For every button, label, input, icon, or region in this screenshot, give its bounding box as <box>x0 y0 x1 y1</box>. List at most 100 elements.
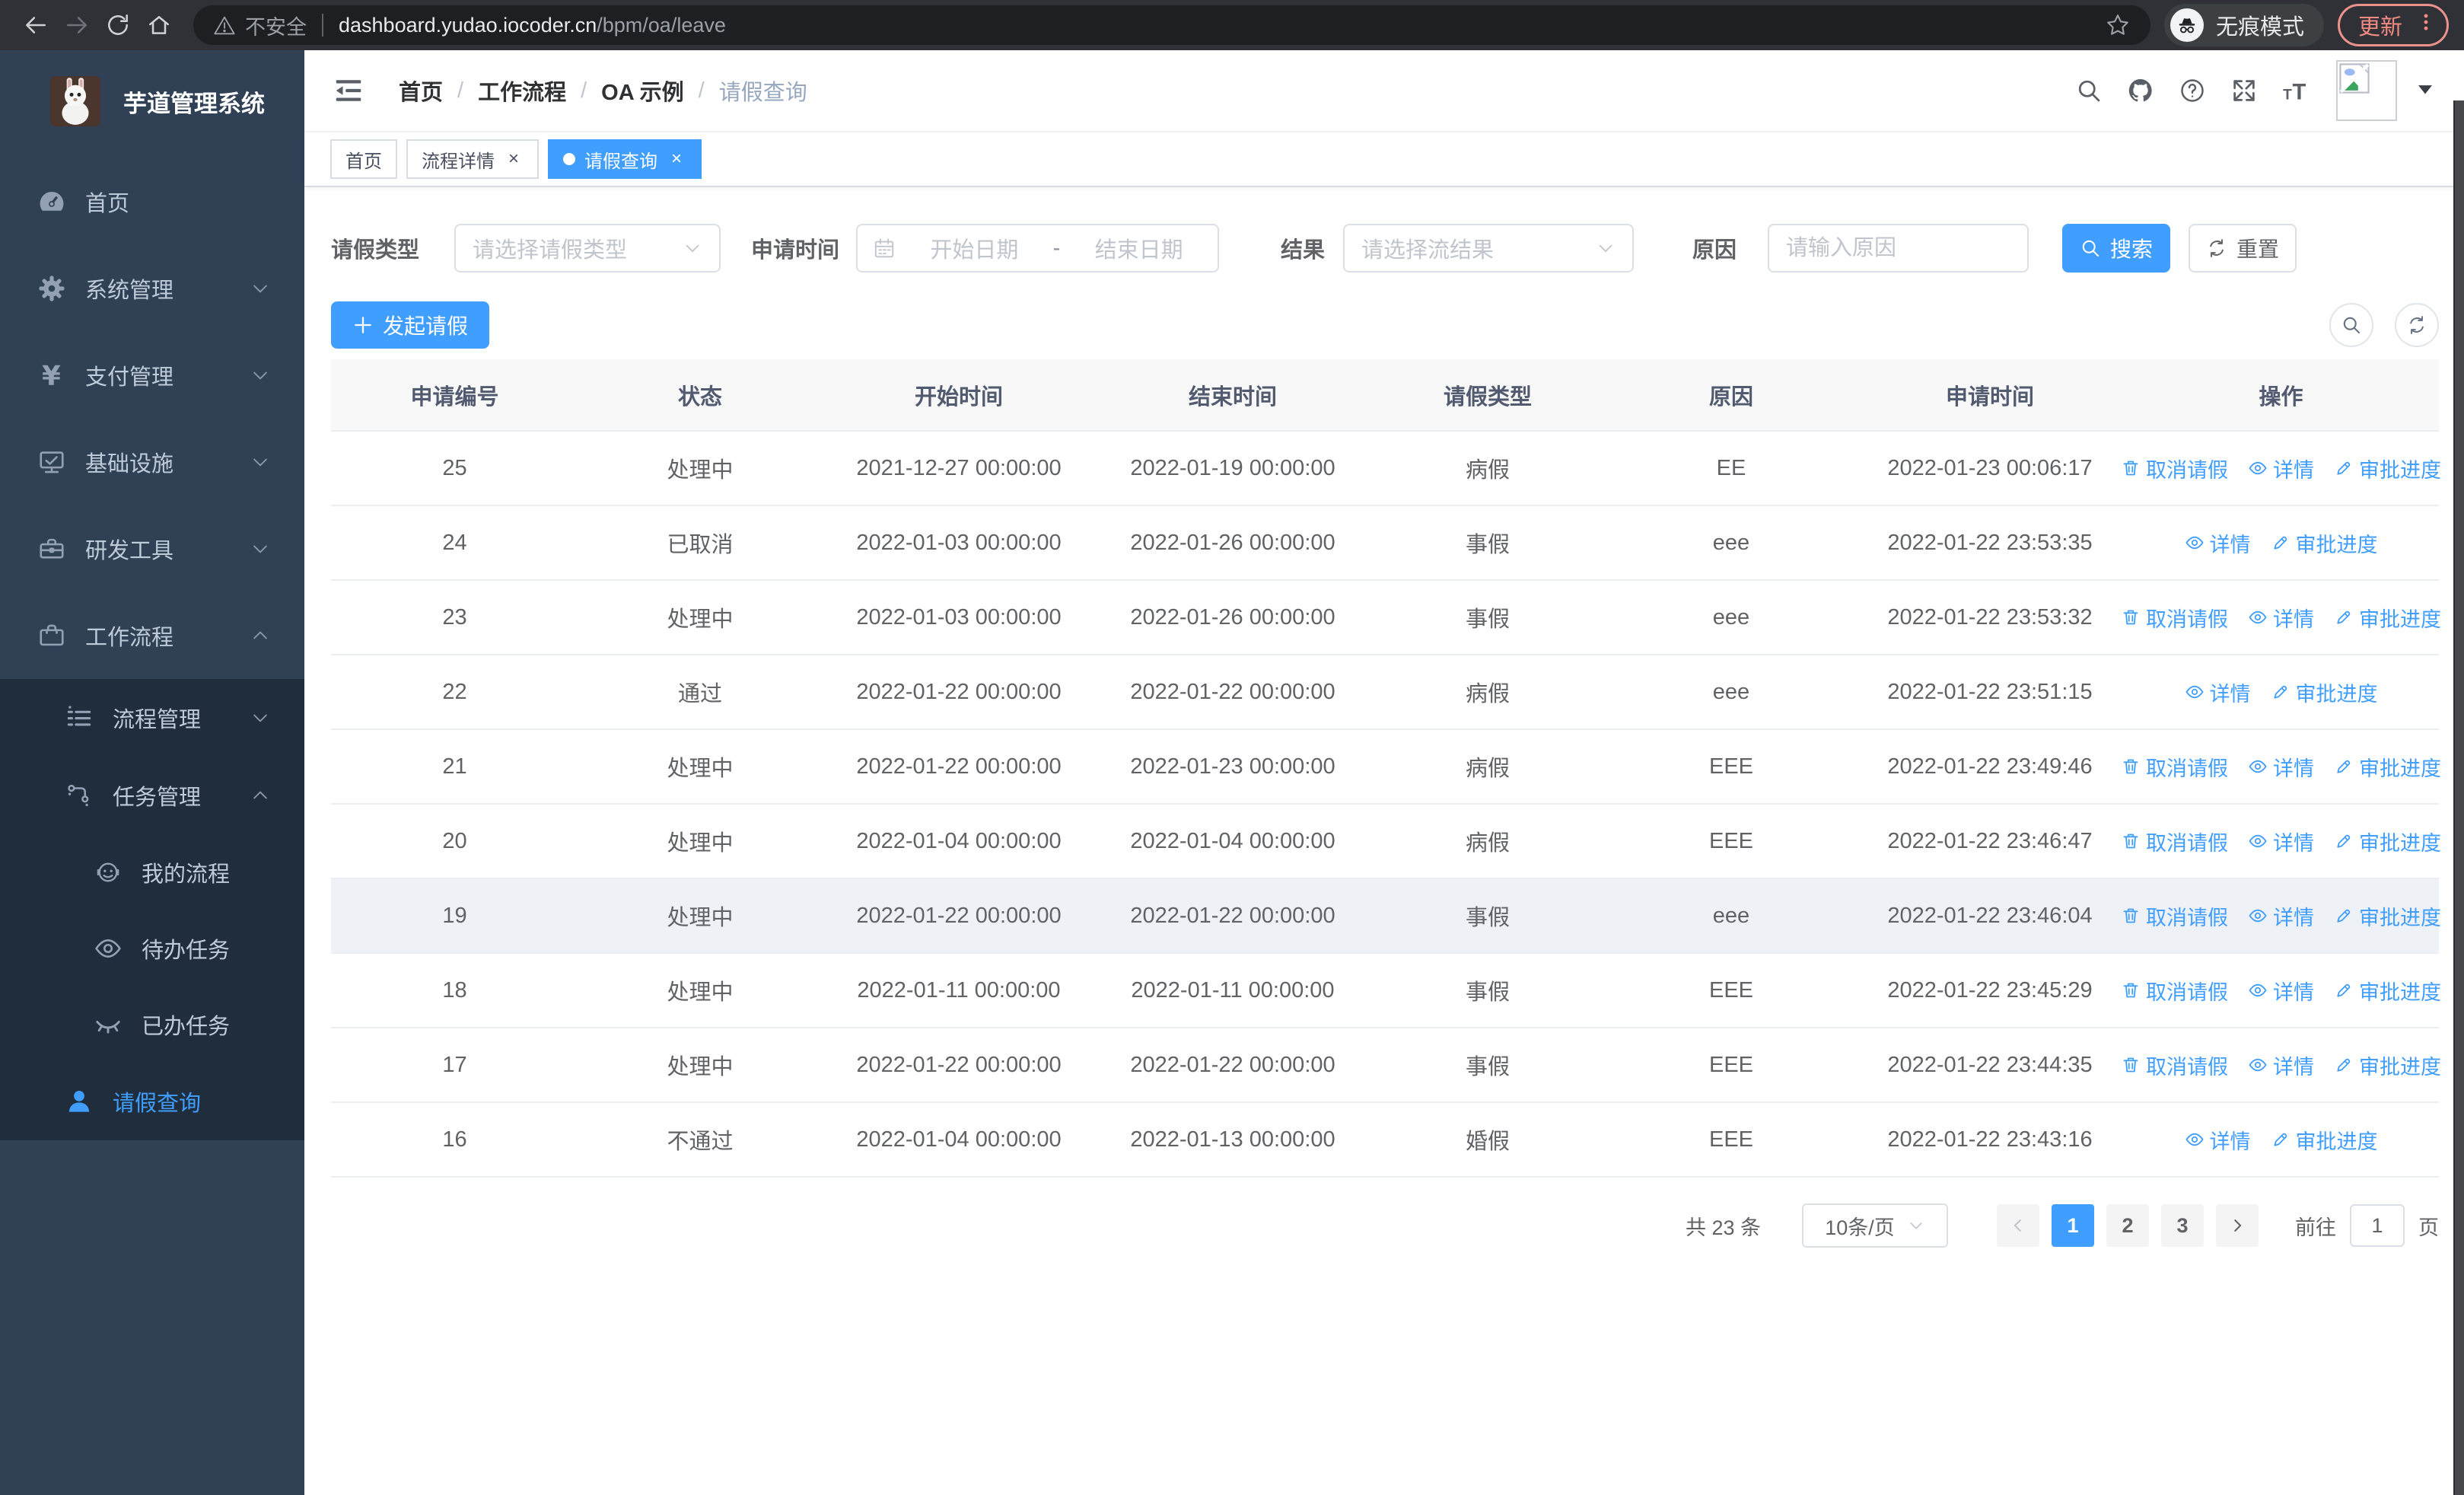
action-link-cancel[interactable]: 取消请假 <box>2121 752 2228 782</box>
tab-请假查询[interactable]: 请假查询 × <box>548 139 702 179</box>
leave-type-label: 请假类型 <box>331 238 420 263</box>
action-link-detail[interactable]: 详情 <box>2185 677 2251 707</box>
table-cell-end: 2022-01-22 00:00:00 <box>1130 903 1335 928</box>
show-search-button[interactable] <box>2329 303 2373 347</box>
action-label: 详情 <box>2273 831 2314 855</box>
action-link-progress[interactable]: 审批进度 <box>2334 1050 2441 1080</box>
sidebar-item-流程管理[interactable]: 流程管理 <box>0 679 304 757</box>
workflow-submenu: 流程管理 任务管理 我的流程 待办任务 已办任务 请假查询 <box>0 679 304 1140</box>
home-icon[interactable] <box>138 5 180 46</box>
scrollbar[interactable] <box>2453 100 2464 1495</box>
refresh-table-button[interactable] <box>2395 303 2439 347</box>
sidebar-menu: 首页系统管理 ¥ 支付管理 基础设施 研发工具 工作流程 流程管理 任务管理 我的流程 待办任务已… <box>0 158 304 1140</box>
sidebar-item-研发工具[interactable]: 研发工具 <box>0 505 304 592</box>
action-link-progress[interactable]: 审批进度 <box>2334 976 2441 1006</box>
end-date-placeholder: 结束日期 <box>1094 238 1183 263</box>
sidebar-item-基础设施[interactable]: 基础设施 <box>0 419 304 505</box>
sidebar-item-系统管理[interactable]: 系统管理 <box>0 245 304 332</box>
table-cell-start: 2022-01-22 00:00:00 <box>856 679 1062 704</box>
reason-input[interactable] <box>1768 224 2029 273</box>
action-link-detail[interactable]: 详情 <box>2248 603 2314 633</box>
chevron-down-icon <box>1596 238 1616 258</box>
github-icon[interactable] <box>2119 71 2163 110</box>
sidebar-item-我的流程[interactable]: 我的流程 <box>0 834 304 910</box>
sidebar-item-任务管理[interactable]: 任务管理 <box>0 757 304 834</box>
action-link-cancel[interactable]: 取消请假 <box>2121 1050 2228 1080</box>
kebab-menu-icon[interactable] <box>2416 12 2436 38</box>
sidebar-logo[interactable]: 芋道管理系统 <box>0 50 304 135</box>
close-tab-icon[interactable]: × <box>667 149 686 169</box>
avatar-caret-icon[interactable] <box>2415 79 2438 102</box>
search-icon[interactable] <box>2067 71 2111 110</box>
tab-流程详情[interactable]: 流程详情 × <box>406 139 539 179</box>
font-size-icon[interactable]: TT <box>2274 71 2318 110</box>
action-link-detail[interactable]: 详情 <box>2248 901 2314 931</box>
address-bar[interactable]: 不安全 dashboard.yudao.iocoder.cn /bpm/oa/l… <box>193 5 2150 45</box>
sidebar-item-请假查询[interactable]: 请假查询 <box>0 1063 304 1140</box>
tab-首页[interactable]: 首页 <box>330 139 397 179</box>
page-button-2[interactable]: 2 <box>2106 1204 2149 1247</box>
action-link-progress[interactable]: 审批进度 <box>2334 752 2441 782</box>
next-page-button[interactable] <box>2216 1204 2259 1247</box>
action-link-detail[interactable]: 详情 <box>2248 827 2314 856</box>
action-link-detail[interactable]: 详情 <box>2185 528 2251 558</box>
sidebar-item-工作流程[interactable]: 工作流程 <box>0 592 304 679</box>
action-link-progress[interactable]: 审批进度 <box>2334 827 2441 856</box>
action-link-cancel[interactable]: 取消请假 <box>2121 901 2228 931</box>
breadcrumb-item[interactable]: 工作流程 <box>478 75 566 107</box>
forward-icon[interactable] <box>56 5 97 46</box>
table-cell-applied: 2022-01-22 23:46:47 <box>1887 828 2093 853</box>
sidebar-item-已办任务[interactable]: 已办任务 <box>0 987 304 1063</box>
search-button[interactable]: 搜索 <box>2062 224 2171 273</box>
apply-time-range-picker[interactable]: 开始日期 - 结束日期 <box>856 224 1219 273</box>
prev-page-button[interactable] <box>1997 1204 2039 1247</box>
leave-type-select[interactable]: 请选择请假类型 <box>454 224 721 273</box>
action-link-progress[interactable]: 审批进度 <box>2334 454 2441 483</box>
action-link-progress[interactable]: 审批进度 <box>2334 901 2441 931</box>
action-link-cancel[interactable]: 取消请假 <box>2121 454 2228 483</box>
update-button[interactable]: 更新 <box>2337 4 2449 46</box>
table-cell-start: 2022-01-11 00:00:00 <box>857 977 1061 1003</box>
reset-button[interactable]: 重置 <box>2189 224 2297 273</box>
action-link-detail[interactable]: 详情 <box>2248 1050 2314 1080</box>
active-tab-dot <box>563 153 575 165</box>
breadcrumb-item[interactable]: 首页 <box>399 75 443 107</box>
sidebar-item-首页[interactable]: 首页 <box>0 158 304 245</box>
page-size-select[interactable]: 10条/页 <box>1802 1203 1948 1248</box>
action-link-progress[interactable]: 审批进度 <box>2271 677 2378 707</box>
bookmark-star-icon[interactable] <box>2105 12 2131 38</box>
action-link-detail[interactable]: 详情 <box>2248 752 2314 782</box>
create-leave-button[interactable]: 发起请假 <box>331 301 490 349</box>
sidebar-item-支付管理[interactable]: ¥ 支付管理 <box>0 332 304 419</box>
action-link-cancel[interactable]: 取消请假 <box>2121 976 2228 1006</box>
close-tab-icon[interactable]: × <box>504 149 524 169</box>
tab-label: 流程详情 <box>422 151 495 172</box>
action-link-progress[interactable]: 审批进度 <box>2271 1125 2378 1155</box>
action-link-cancel[interactable]: 取消请假 <box>2121 603 2228 633</box>
table-cell-actions: 取消请假 详情 审批进度 <box>2121 454 2441 483</box>
action-link-detail[interactable]: 详情 <box>2248 976 2314 1006</box>
action-link-detail[interactable]: 详情 <box>2185 1125 2251 1155</box>
back-icon[interactable] <box>15 5 56 46</box>
result-select[interactable]: 请选择流结果 <box>1343 224 1635 273</box>
sidebar-item-label: 首页 <box>85 192 130 216</box>
list-tree-icon <box>64 703 94 733</box>
reload-icon[interactable] <box>97 5 138 46</box>
table-cell-type: 病假 <box>1465 831 1510 856</box>
result-label: 结果 <box>1281 238 1326 263</box>
sidebar-item-待办任务[interactable]: 待办任务 <box>0 910 304 987</box>
action-link-progress[interactable]: 审批进度 <box>2271 528 2378 558</box>
action-link-progress[interactable]: 审批进度 <box>2334 603 2441 633</box>
table-cell-applied: 2022-01-22 23:51:15 <box>1887 679 2093 704</box>
page-button-1[interactable]: 1 <box>2052 1204 2094 1247</box>
user-avatar[interactable] <box>2336 60 2397 121</box>
fullscreen-icon[interactable] <box>2222 71 2266 110</box>
breadcrumb-item[interactable]: OA 示例 <box>601 75 683 107</box>
goto-page-input[interactable] <box>2350 1204 2405 1247</box>
sidebar-toggle-icon[interactable] <box>330 72 367 109</box>
action-link-detail[interactable]: 详情 <box>2248 454 2314 483</box>
gear-icon <box>37 273 67 304</box>
action-link-cancel[interactable]: 取消请假 <box>2121 827 2228 856</box>
page-button-3[interactable]: 3 <box>2161 1204 2204 1247</box>
help-icon[interactable] <box>2170 71 2214 110</box>
